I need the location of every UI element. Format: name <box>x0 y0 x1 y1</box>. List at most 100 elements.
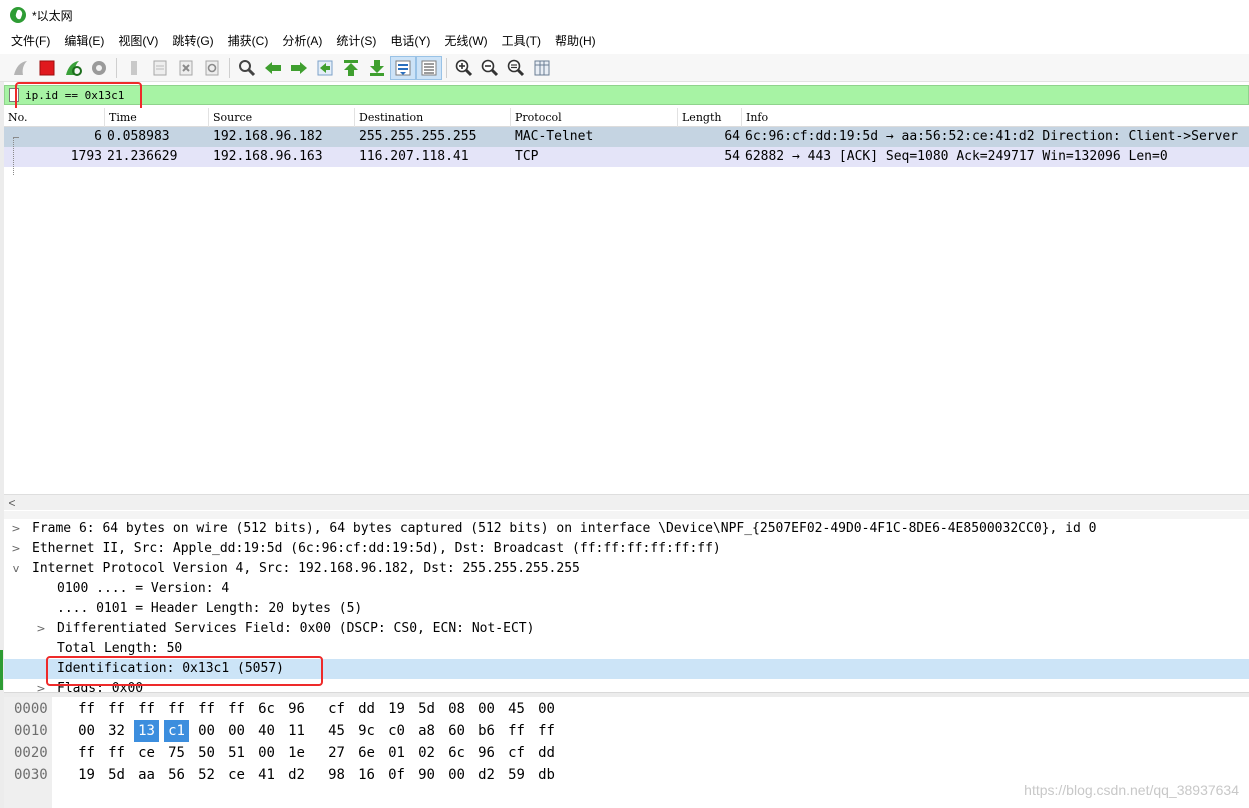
hex-byte[interactable]: 13 <box>134 720 159 742</box>
hex-byte[interactable]: 6e <box>354 742 379 764</box>
hex-byte[interactable]: ff <box>104 698 129 720</box>
hex-byte[interactable]: 0f <box>384 764 409 786</box>
go-last-icon[interactable] <box>364 56 390 80</box>
hex-byte[interactable]: d2 <box>474 764 499 786</box>
detail-row-total-length[interactable]: Total Length: 50 <box>4 639 1249 659</box>
close-file-icon[interactable] <box>173 56 199 80</box>
hex-byte[interactable]: db <box>534 764 559 786</box>
hex-byte[interactable]: ff <box>194 698 219 720</box>
expand-arrow-icon[interactable]: > <box>10 519 22 539</box>
hex-byte[interactable]: dd <box>354 698 379 720</box>
expand-arrow-icon[interactable]: > <box>35 619 47 639</box>
scroll-left-arrow-icon[interactable]: < <box>4 495 20 510</box>
column-header-time[interactable]: Time <box>105 108 209 127</box>
resize-columns-icon[interactable] <box>529 56 555 80</box>
hex-byte[interactable]: 41 <box>254 764 279 786</box>
hex-byte[interactable]: 9c <box>354 720 379 742</box>
capture-options-icon[interactable] <box>86 56 112 80</box>
hex-byte[interactable]: 45 <box>504 698 529 720</box>
save-file-icon[interactable] <box>147 56 173 80</box>
hex-byte[interactable]: ce <box>134 742 159 764</box>
menu-help[interactable]: 帮助(H) <box>548 30 603 52</box>
hex-byte[interactable]: 50 <box>194 742 219 764</box>
open-file-icon[interactable] <box>121 56 147 80</box>
hex-byte[interactable]: ff <box>534 720 559 742</box>
menu-capture[interactable]: 捕获(C) <box>221 30 276 52</box>
hex-byte[interactable]: 59 <box>504 764 529 786</box>
expand-arrow-icon[interactable]: > <box>35 679 47 692</box>
hex-byte[interactable]: 96 <box>474 742 499 764</box>
hex-byte[interactable]: cf <box>504 742 529 764</box>
menu-tools[interactable]: 工具(T) <box>495 30 548 52</box>
hex-byte[interactable]: 00 <box>74 720 99 742</box>
hex-byte[interactable]: ff <box>134 698 159 720</box>
detail-row-ethernet[interactable]: > Ethernet II, Src: Apple_dd:19:5d (6c:9… <box>4 539 1249 559</box>
detail-row-version[interactable]: 0100 .... = Version: 4 <box>4 579 1249 599</box>
find-packet-icon[interactable] <box>234 56 260 80</box>
hex-byte[interactable]: d2 <box>284 764 309 786</box>
go-to-packet-icon[interactable] <box>312 56 338 80</box>
zoom-out-icon[interactable] <box>477 56 503 80</box>
hex-byte[interactable]: aa <box>134 764 159 786</box>
hex-byte[interactable]: 01 <box>384 742 409 764</box>
column-header-source[interactable]: Source <box>209 108 355 127</box>
hex-byte[interactable]: b6 <box>474 720 499 742</box>
hex-byte[interactable]: 00 <box>194 720 219 742</box>
detail-row-ipv4[interactable]: v Internet Protocol Version 4, Src: 192.… <box>4 559 1249 579</box>
hex-byte[interactable]: ff <box>504 720 529 742</box>
hex-byte[interactable]: 08 <box>444 698 469 720</box>
hex-byte[interactable]: 19 <box>384 698 409 720</box>
hex-byte[interactable]: 32 <box>104 720 129 742</box>
hex-byte[interactable]: c1 <box>164 720 189 742</box>
hex-byte[interactable]: 11 <box>284 720 309 742</box>
hex-byte[interactable]: 02 <box>414 742 439 764</box>
hex-byte[interactable]: 56 <box>164 764 189 786</box>
hex-byte[interactable]: 51 <box>224 742 249 764</box>
reload-file-icon[interactable] <box>199 56 225 80</box>
hex-byte[interactable]: 27 <box>324 742 349 764</box>
hex-byte[interactable]: 75 <box>164 742 189 764</box>
stop-capture-icon[interactable] <box>34 56 60 80</box>
menu-edit[interactable]: 编辑(E) <box>57 30 111 52</box>
zoom-normal-icon[interactable] <box>503 56 529 80</box>
hex-byte[interactable]: 16 <box>354 764 379 786</box>
detail-row-header-length[interactable]: .... 0101 = Header Length: 20 bytes (5) <box>4 599 1249 619</box>
hex-byte[interactable]: 00 <box>444 764 469 786</box>
pane-splitter[interactable] <box>4 511 1249 519</box>
hex-byte[interactable]: ff <box>74 742 99 764</box>
hex-byte[interactable]: dd <box>534 742 559 764</box>
hex-byte[interactable]: c0 <box>384 720 409 742</box>
menu-statistics[interactable]: 统计(S) <box>329 30 383 52</box>
hex-byte[interactable]: cf <box>324 698 349 720</box>
hex-byte[interactable]: a8 <box>414 720 439 742</box>
filter-bookmark-icon[interactable] <box>9 88 19 102</box>
hex-byte[interactable]: 00 <box>224 720 249 742</box>
go-back-icon[interactable] <box>260 56 286 80</box>
hex-byte[interactable]: 00 <box>474 698 499 720</box>
menu-file[interactable]: 文件(F) <box>4 30 57 52</box>
hex-byte[interactable]: 19 <box>74 764 99 786</box>
detail-row-dsfield[interactable]: > Differentiated Services Field: 0x00 (D… <box>4 619 1249 639</box>
menu-wireless[interactable]: 无线(W) <box>437 30 494 52</box>
menu-telephony[interactable]: 电话(Y) <box>383 30 437 52</box>
hex-byte[interactable]: ce <box>224 764 249 786</box>
column-header-info[interactable]: Info <box>742 108 1249 127</box>
hex-byte[interactable]: 52 <box>194 764 219 786</box>
hex-byte[interactable]: 1e <box>284 742 309 764</box>
expand-arrow-icon[interactable]: > <box>10 539 22 559</box>
hex-byte[interactable]: ff <box>224 698 249 720</box>
column-header-no[interactable]: No. <box>4 108 105 127</box>
shark-fin-start-icon[interactable] <box>8 56 34 80</box>
column-header-protocol[interactable]: Protocol <box>511 108 678 127</box>
detail-row-identification[interactable]: Identification: 0x13c1 (5057) <box>4 659 1249 679</box>
column-header-destination[interactable]: Destination <box>355 108 511 127</box>
hex-byte[interactable]: 98 <box>324 764 349 786</box>
packet-list-hscrollbar[interactable]: < <box>4 494 1249 510</box>
hex-byte[interactable]: ff <box>74 698 99 720</box>
hex-byte[interactable]: 00 <box>254 742 279 764</box>
hex-byte[interactable]: ff <box>164 698 189 720</box>
zoom-in-icon[interactable] <box>451 56 477 80</box>
collapse-arrow-icon[interactable]: v <box>10 559 22 579</box>
hex-byte[interactable]: ff <box>104 742 129 764</box>
menu-analyze[interactable]: 分析(A) <box>275 30 329 52</box>
